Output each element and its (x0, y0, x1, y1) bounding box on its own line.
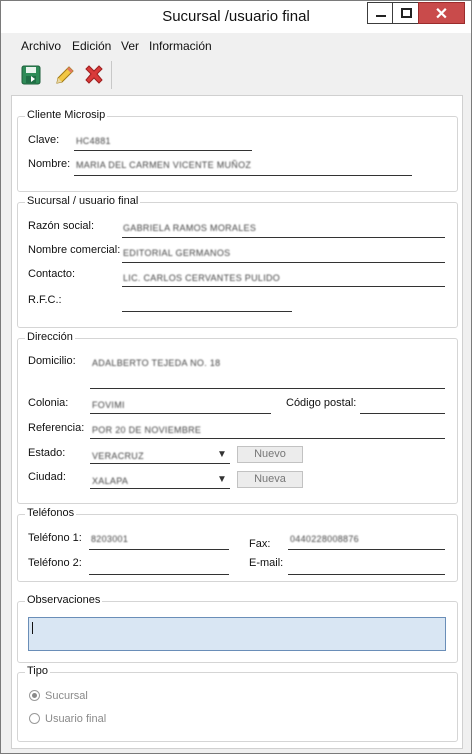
sucursal-title: Sucursal / usuario final (25, 195, 141, 207)
sucursal-radio-label: Sucursal (45, 690, 88, 702)
menu-edicion[interactable]: Edición (72, 39, 111, 53)
telefonos-group: Teléfonos (17, 507, 458, 582)
contacto-field[interactable] (122, 286, 445, 287)
razon-label: Razón social: (28, 220, 95, 232)
contacto-value: LIC. CARLOS CERVANTES PULIDO (123, 273, 281, 283)
save-button[interactable] (17, 61, 45, 89)
razon-field[interactable] (122, 237, 445, 238)
edit-button[interactable] (50, 61, 78, 89)
referencia-field[interactable] (90, 438, 445, 439)
minimize-icon (376, 15, 386, 17)
delete-icon (85, 65, 103, 84)
clave-field[interactable] (74, 150, 252, 151)
nueva-ciudad-button[interactable]: Nueva (237, 471, 303, 488)
estado-dropdown-icon[interactable]: ▼ (217, 449, 227, 460)
close-icon: ✕ (434, 6, 449, 23)
colonia-field[interactable] (90, 413, 271, 414)
contacto-label: Contacto: (28, 268, 76, 280)
tel1-label: Teléfono 1: (28, 532, 82, 544)
cliente-title: Cliente Microsip (25, 109, 108, 121)
fax-label: Fax: (249, 538, 271, 550)
tel2-field[interactable] (89, 574, 229, 575)
referencia-label: Referencia: (28, 422, 85, 434)
clave-value: HC4881 (76, 136, 111, 146)
estado-value: VERACRUZ (92, 451, 144, 461)
colonia-label: Colonia: (28, 397, 69, 409)
maximize-button[interactable] (392, 2, 419, 24)
usuario-final-radio-label: Usuario final (45, 713, 107, 725)
delete-button[interactable] (80, 61, 108, 89)
comercial-label: Nombre comercial: (28, 244, 121, 256)
tel1-value: 8203001 (91, 534, 129, 544)
minimize-button[interactable] (367, 2, 393, 24)
form-panel: Cliente Microsip Clave: HC4881 Nombre: M… (11, 95, 463, 749)
ciudad-select[interactable] (90, 488, 230, 489)
save-icon (21, 65, 41, 85)
email-field[interactable] (288, 574, 445, 575)
title-bar[interactable]: Sucursal /usuario final ✕ (1, 1, 471, 33)
domicilio-value: ADALBERTO TEJEDA NO. 18 (92, 358, 221, 368)
tipo-title: Tipo (25, 665, 50, 677)
cp-field[interactable] (360, 413, 445, 414)
estado-select[interactable] (90, 463, 230, 464)
maximize-icon (401, 8, 412, 18)
ciudad-value: XALAPA (92, 476, 129, 486)
rfc-label: R.F.C.: (28, 294, 62, 306)
razon-value: GABRIELA RAMOS MORALES (123, 223, 257, 233)
domicilio-field[interactable] (90, 388, 445, 389)
observaciones-textarea[interactable] (28, 617, 446, 651)
fax-value: 0440228008876 (290, 534, 359, 544)
usuario-final-radio[interactable] (29, 713, 40, 724)
menu-bar: Archivo Edición Ver Información (11, 35, 461, 57)
comercial-field[interactable] (122, 262, 445, 263)
close-button[interactable]: ✕ (418, 2, 465, 24)
fax-field[interactable] (288, 549, 445, 550)
comercial-value: EDITORIAL GERMANOS (123, 248, 231, 258)
text-cursor (32, 622, 33, 634)
nombre-label: Nombre: (28, 158, 71, 170)
tel1-field[interactable] (89, 549, 229, 550)
tel2-label: Teléfono 2: (28, 557, 82, 569)
nombre-value: MARIA DEL CARMEN VICENTE MUÑOZ (76, 160, 252, 170)
ciudad-label: Ciudad: (28, 471, 66, 483)
edit-icon (56, 66, 74, 84)
cliente-group: Cliente Microsip (17, 109, 458, 192)
tipo-group: Tipo (17, 665, 458, 742)
telefonos-title: Teléfonos (25, 507, 77, 519)
main-window: Sucursal /usuario final ✕ Archivo Edició… (0, 0, 472, 754)
nombre-field[interactable] (74, 175, 412, 176)
referencia-value: POR 20 DE NOVIEMBRE (92, 425, 202, 435)
estado-label: Estado: (28, 447, 66, 459)
email-label: E-mail: (249, 557, 284, 569)
menu-ver[interactable]: Ver (121, 39, 139, 53)
nuevo-estado-button[interactable]: Nuevo (237, 446, 303, 463)
sucursal-radio[interactable] (29, 690, 40, 701)
toolbar-separator (111, 61, 112, 89)
rfc-field[interactable] (122, 311, 292, 312)
menu-archivo[interactable]: Archivo (21, 39, 61, 53)
direccion-title: Dirección (25, 331, 75, 343)
menu-informacion[interactable]: Información (149, 39, 212, 53)
colonia-value: FOVIMI (92, 400, 125, 410)
observaciones-title: Observaciones (25, 594, 103, 606)
clave-label: Clave: (28, 134, 60, 146)
ciudad-dropdown-icon[interactable]: ▼ (217, 474, 227, 485)
domicilio-label: Domicilio: (28, 355, 76, 367)
cp-label: Código postal: (286, 397, 357, 409)
toolbar (11, 59, 461, 91)
